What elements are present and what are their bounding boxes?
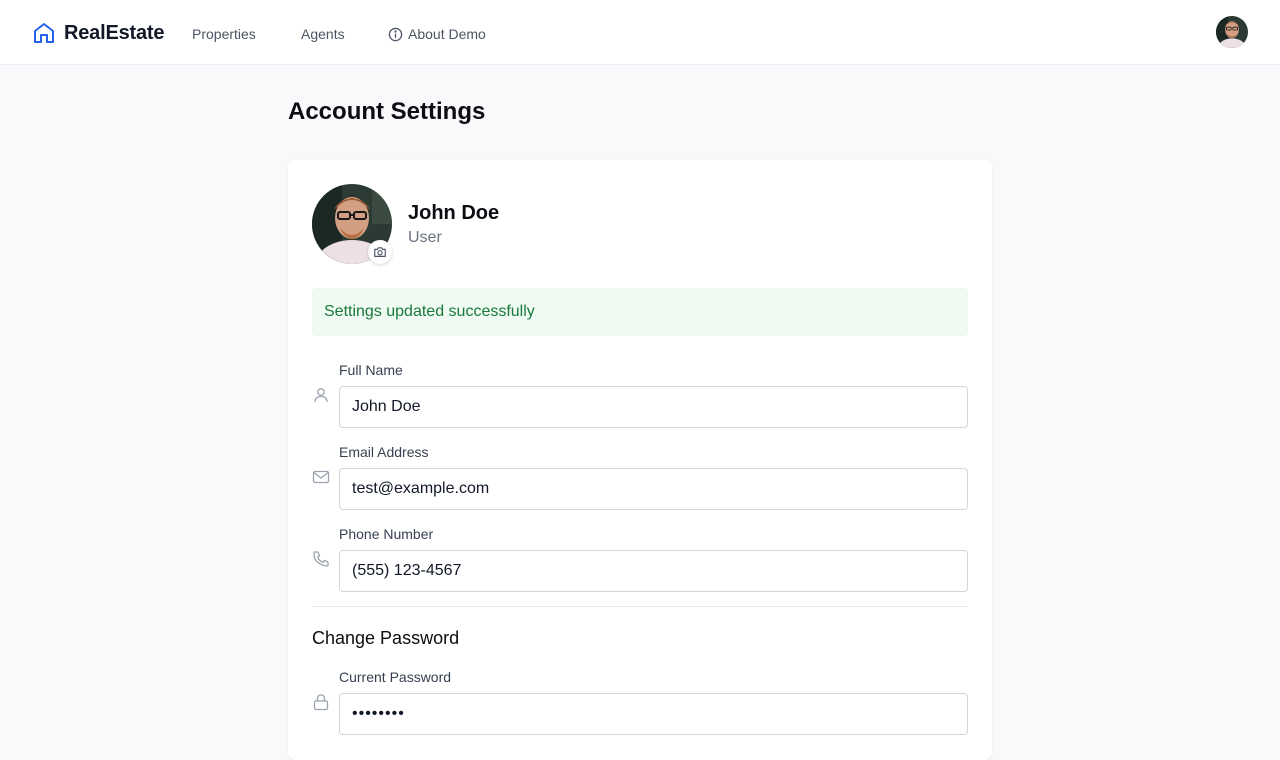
camera-icon xyxy=(373,245,387,259)
current-password-field: Current Password xyxy=(312,669,968,735)
profile-avatar-wrapper xyxy=(312,184,392,264)
page-title: Account Settings xyxy=(288,98,486,125)
email-input[interactable] xyxy=(339,468,968,510)
phone-input[interactable] xyxy=(339,550,968,592)
change-photo-button[interactable] xyxy=(368,240,392,264)
profile-name: John Doe xyxy=(408,202,500,224)
nav-link-properties[interactable]: Properties xyxy=(192,24,256,44)
current-password-input[interactable] xyxy=(339,693,968,735)
info-icon xyxy=(388,27,403,42)
email-label: Email Address xyxy=(339,444,429,460)
nav-link-about-demo[interactable]: About Demo xyxy=(388,24,486,44)
lock-icon xyxy=(312,693,330,711)
email-field: Email Address xyxy=(312,444,968,510)
mail-icon xyxy=(312,468,330,486)
current-password-label: Current Password xyxy=(339,669,452,685)
section-divider xyxy=(312,606,968,607)
account-settings-card: John Doe User Settings updated successfu… xyxy=(288,160,992,760)
phone-label: Phone Number xyxy=(339,526,434,542)
phone-icon xyxy=(312,550,330,568)
nav-link-about-label: About Demo xyxy=(408,26,486,42)
brand-name: RealEstate xyxy=(64,21,165,44)
change-password-title: Change Password xyxy=(312,628,460,648)
brand-logo-link[interactable]: RealEstate xyxy=(32,18,164,48)
phone-field: Phone Number xyxy=(312,526,968,592)
full-name-label: Full Name xyxy=(339,362,403,378)
success-alert: Settings updated successfully xyxy=(312,288,968,336)
home-icon xyxy=(32,21,56,45)
user-avatar-menu[interactable] xyxy=(1216,16,1248,48)
full-name-field: Full Name xyxy=(312,362,968,428)
user-icon xyxy=(312,386,330,404)
profile-role: User xyxy=(408,229,442,246)
success-alert-message: Settings updated successfully xyxy=(324,303,535,320)
nav-link-agents[interactable]: Agents xyxy=(301,24,345,44)
full-name-input[interactable] xyxy=(339,386,968,428)
top-navbar: RealEstate Properties Agents About Demo xyxy=(0,0,1280,65)
